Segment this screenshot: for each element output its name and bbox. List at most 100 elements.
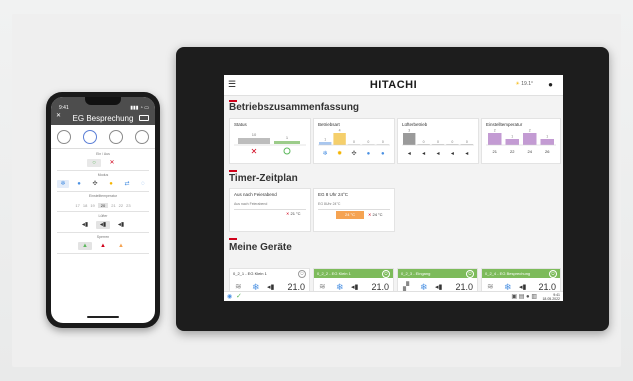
temp-option[interactable]: 22 bbox=[119, 203, 123, 208]
timer-subtitle: EG 8Uhr 24°C bbox=[318, 202, 341, 206]
temp-option[interactable]: 23 bbox=[126, 203, 130, 208]
fan-chart: 3 ◂ 0 ◂ 0 ◂ 0 ◂ 0 ◂ bbox=[402, 129, 474, 157]
bar-value: 4 bbox=[339, 129, 341, 133]
lock-partial-button[interactable]: ▲ bbox=[114, 242, 128, 250]
fan-label: Lüfter bbox=[98, 214, 108, 218]
device-name: 0_2_2 - EG Klein 1 ⏻ bbox=[314, 269, 393, 278]
mode-chart: 1 ❄ 4 ✹ 0 ✣ 0 ● 0 ● bbox=[318, 129, 390, 157]
home-indicator bbox=[87, 316, 119, 318]
bar-category-icon: ❄ bbox=[323, 150, 328, 157]
on-off-label: Ein / Aus bbox=[96, 152, 110, 156]
weather-readout: ☀ 19.1° bbox=[515, 81, 533, 87]
timeline bbox=[234, 209, 306, 210]
battery-icon bbox=[139, 115, 149, 121]
power-off-button[interactable]: ✕ bbox=[105, 159, 119, 167]
temp-chart: 221122224126 bbox=[486, 129, 556, 154]
device-label: 0_2_1 - EG Klein 1 bbox=[233, 271, 267, 276]
lock-closed-button[interactable]: ▲ bbox=[96, 242, 110, 250]
fan-card[interactable]: Lüfterbetrieb 3 ◂ 0 ◂ 0 ◂ 0 ◂ 0 ◂ bbox=[397, 118, 479, 164]
timer-card[interactable]: Aus nach Feierabend Aus nach Feierabend … bbox=[229, 188, 311, 232]
overview-title: Betriebszusammenfassung bbox=[229, 102, 360, 113]
mode-cool-button[interactable]: ❄ bbox=[57, 180, 69, 188]
bar-value: 0 bbox=[451, 140, 453, 144]
devices-title: Meine Geräte bbox=[229, 242, 292, 253]
tab-settings-icon[interactable] bbox=[135, 130, 149, 144]
mode-dry-button[interactable]: ● bbox=[73, 180, 85, 188]
connection-icon: ◉ bbox=[227, 294, 233, 300]
tablet-device: ☰ HITACHI ☀ 19.1° ● Betriebszusammenfass… bbox=[176, 47, 609, 331]
timer-event-temp: 24 °C bbox=[372, 212, 383, 217]
brand-logo: HITACHI bbox=[369, 79, 418, 91]
swing-icon: ≋ bbox=[319, 282, 326, 291]
mode-row: ❄ ● ✣ ● ⇄ ◌ bbox=[57, 179, 149, 189]
power-icon[interactable]: ⏻ bbox=[549, 270, 557, 278]
power-icon[interactable]: ⏻ bbox=[382, 270, 390, 278]
timer-event-off: ✕ 24 °C bbox=[368, 212, 383, 217]
bar-category-icon: ● bbox=[367, 151, 371, 157]
set-temp-label: Einstelltemperatur bbox=[88, 194, 118, 198]
timer-card[interactable]: EG 8 Uhr 24°C EG 8Uhr 24°C 24 °C ✕ 24 °C bbox=[313, 188, 395, 232]
status-card[interactable]: Status 10 1 ✕ bbox=[229, 118, 311, 164]
power-on-button[interactable]: ○ bbox=[87, 159, 101, 167]
user-icon[interactable]: ● bbox=[548, 80, 553, 89]
chart-bar bbox=[403, 133, 416, 145]
footer-date: 18.05.2022 bbox=[542, 297, 560, 301]
mode-label: Modus bbox=[97, 173, 109, 177]
bar-value: 3 bbox=[408, 129, 410, 133]
fan-mid-button[interactable]: ◂▮ bbox=[96, 221, 110, 229]
lock-open-button[interactable]: ▲ bbox=[78, 242, 92, 250]
tab-overview-icon[interactable] bbox=[57, 130, 71, 144]
divider bbox=[57, 232, 149, 233]
temp-category-label: 21 bbox=[493, 149, 498, 154]
mode-extra-button[interactable]: ◌ bbox=[137, 180, 149, 188]
swing-icon: ▞ bbox=[403, 282, 410, 291]
sun-icon: ☀ bbox=[515, 81, 520, 87]
section-accent bbox=[229, 238, 237, 240]
set-temp-card[interactable]: Einstelltemperatur 2 21 1 22 2 24 1 26 bbox=[481, 118, 561, 164]
power-icon[interactable]: ⏻ bbox=[298, 270, 306, 278]
mode-fan-button[interactable]: ✣ bbox=[89, 180, 101, 188]
fan-high-button[interactable]: ◂▮ bbox=[114, 221, 128, 229]
temp-option[interactable]: 18 bbox=[83, 203, 87, 208]
lock-label: Sperren bbox=[96, 235, 110, 239]
device-name: 0_2_1 - EG Klein 1 ⏻ bbox=[230, 269, 309, 278]
off-icon: ✕ bbox=[251, 147, 258, 156]
fan-low-button[interactable]: ◂▮ bbox=[78, 221, 92, 229]
status-off-value: 10 bbox=[252, 132, 257, 137]
bar-value: 1 bbox=[324, 138, 326, 142]
chart-bar bbox=[333, 133, 346, 145]
swing-icon: ≋ bbox=[487, 282, 494, 291]
power-icon[interactable]: ⏻ bbox=[466, 270, 474, 278]
footer-bar: ◉ ✓ ▣ ▤ ● ▥ 9:41 18.05.2022 bbox=[224, 291, 563, 301]
footer-tools-icons[interactable]: ▣ ▤ ● ▥ bbox=[511, 293, 537, 300]
fan-row: ◂▮ ◂▮ ◂▮ bbox=[57, 220, 149, 230]
temp-option[interactable]: 17 bbox=[75, 203, 79, 208]
temp-category-label: 24 bbox=[528, 149, 533, 154]
fan-level-icon: ◂▮ bbox=[351, 284, 359, 291]
bar-value: 2 bbox=[529, 129, 531, 133]
bar-value: 1 bbox=[546, 135, 548, 139]
bar-value: 0 bbox=[353, 140, 355, 144]
temp-bar bbox=[523, 133, 537, 145]
mode-card[interactable]: Betriebsart 1 ❄ 4 ✹ 0 ✣ 0 ● 0 ● bbox=[313, 118, 395, 164]
bar-category-icon: ● bbox=[381, 151, 385, 157]
off-icon: ✕ bbox=[368, 212, 372, 217]
tab-timer-icon[interactable] bbox=[83, 130, 97, 144]
temp-option[interactable]: 21 bbox=[111, 203, 115, 208]
app-header: ☰ HITACHI ☀ 19.1° ● bbox=[224, 75, 563, 96]
fan-level-icon: ◂▮ bbox=[435, 284, 443, 291]
status-off-bar bbox=[238, 138, 270, 144]
on-off-row: ○ ✕ bbox=[57, 158, 149, 168]
temp-option[interactable]: 19 bbox=[90, 203, 94, 208]
tab-devices-icon[interactable] bbox=[109, 130, 123, 144]
status-on-bar bbox=[274, 141, 300, 144]
temp-option-selected[interactable]: 20 bbox=[97, 202, 109, 208]
timer-event-on: 24 °C bbox=[336, 211, 364, 219]
mode-heat-button[interactable]: ● bbox=[105, 180, 117, 188]
divider bbox=[57, 253, 149, 254]
mode-auto-button[interactable]: ⇄ bbox=[121, 180, 133, 188]
bar-value: 1 bbox=[511, 135, 513, 139]
temp-bar bbox=[540, 139, 554, 145]
bar-category-icon: ✣ bbox=[351, 150, 356, 157]
fan-level-icon: ◂▮ bbox=[267, 284, 275, 291]
